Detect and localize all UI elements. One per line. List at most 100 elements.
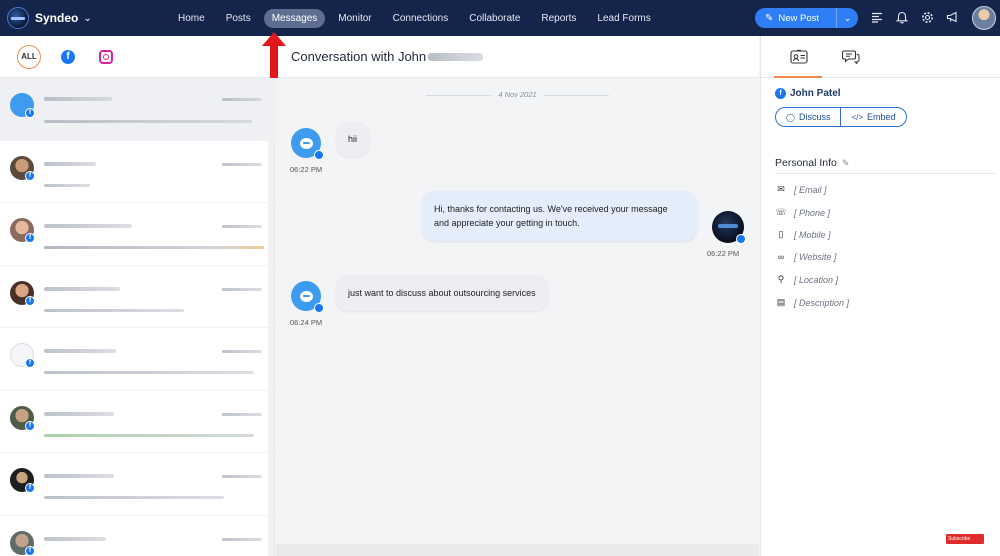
contact-panel-tabs xyxy=(761,36,1000,78)
chevron-down-icon: ⌄ xyxy=(83,12,92,24)
personal-info-title: Personal Info xyxy=(775,157,837,169)
envelope-icon: ✉ xyxy=(777,184,785,194)
brand-name: Syndeo xyxy=(35,11,79,25)
message-time: 06:24 PM xyxy=(290,318,323,327)
discuss-label: Discuss xyxy=(798,112,831,122)
description-value: [ Description ] xyxy=(794,297,850,308)
edit-pencil-icon[interactable]: ✎ xyxy=(842,158,850,169)
nav-monitor[interactable]: Monitor xyxy=(330,9,379,28)
discuss-button[interactable]: ◯ Discuss xyxy=(776,108,840,126)
new-post-label: New Post xyxy=(778,12,820,24)
facebook-badge-icon xyxy=(736,234,746,244)
nav-posts[interactable]: Posts xyxy=(218,9,259,28)
new-post-button-group: ✎ New Post ⌄ xyxy=(755,8,858,28)
phone-value: [ Phone ] xyxy=(794,207,831,218)
messenger-avatar xyxy=(291,128,324,160)
list-item[interactable]: f xyxy=(0,328,275,391)
message-bubble-outgoing: Hi, thanks for contacting us. We've rece… xyxy=(422,191,697,241)
facebook-badge-icon: f xyxy=(25,108,35,118)
conversation-panel: Conversation with John 4 Nov 2021 hii 06… xyxy=(276,36,759,556)
location-value: [ Location ] xyxy=(794,274,839,285)
top-navbar: Syndeo ⌄ Home Posts Messages Monitor Con… xyxy=(0,0,1000,36)
filter-all[interactable]: ALL xyxy=(17,44,41,69)
annotation-arrow-icon xyxy=(262,32,286,78)
youtube-subscribe-label: Subscribe xyxy=(948,536,971,542)
nav-messages[interactable]: Messages xyxy=(263,8,326,28)
bell-icon[interactable] xyxy=(894,8,910,26)
mobile-field[interactable]: ▯ [ Mobile ] xyxy=(775,229,831,240)
message-time: 06:22 PM xyxy=(290,165,323,174)
nav-lead-forms[interactable]: Lead Forms xyxy=(589,9,658,28)
message-text: Hi, thanks for contacting us. We've rece… xyxy=(434,204,668,214)
new-post-button[interactable]: ✎ New Post xyxy=(755,8,837,28)
messenger-icon xyxy=(299,137,313,149)
redacted-name xyxy=(428,52,484,61)
instagram-icon[interactable] xyxy=(99,49,113,64)
email-field[interactable]: ✉ [ Email ] xyxy=(775,184,827,195)
document-icon: ▤ xyxy=(776,297,786,307)
nav-reports[interactable]: Reports xyxy=(533,9,584,28)
nav-home[interactable]: Home xyxy=(170,9,213,28)
link-icon: ∞ xyxy=(777,252,785,262)
message-time: 06:22 PM xyxy=(707,249,740,258)
list-item[interactable]: f xyxy=(0,516,275,556)
youtube-subscribe-badge[interactable]: Subscribe xyxy=(946,534,984,544)
user-avatar[interactable] xyxy=(972,6,996,30)
conversation-list-scrollbar[interactable] xyxy=(268,78,274,556)
contact-panel: f John Patel ◯ Discuss </> Embed Persona… xyxy=(760,36,1000,556)
gear-icon[interactable] xyxy=(919,8,935,26)
menu-lines-icon[interactable] xyxy=(869,8,885,26)
personal-info-header: Personal Info ✎ xyxy=(775,157,997,174)
email-value: [ Email ] xyxy=(794,184,827,195)
messenger-icon xyxy=(299,290,313,302)
message-text: and appreciate your getting in touch. xyxy=(434,218,580,228)
megaphone-icon[interactable] xyxy=(944,8,960,26)
nav-collaborate[interactable]: Collaborate xyxy=(461,9,528,28)
active-tab-indicator xyxy=(774,76,822,78)
facebook-badge-icon: f xyxy=(25,233,35,243)
contact-name: f John Patel xyxy=(775,88,841,99)
facebook-badge-icon: f xyxy=(25,358,35,368)
channel-filter-bar: ALL f xyxy=(0,36,274,78)
main-nav: Home Posts Messages Monitor Connections … xyxy=(170,8,664,28)
chat-bubbles-icon[interactable] xyxy=(841,48,861,64)
nav-connections[interactable]: Connections xyxy=(385,9,457,28)
facebook-badge-icon: f xyxy=(25,483,35,493)
mobile-icon: ▯ xyxy=(778,229,784,239)
facebook-badge-icon xyxy=(314,303,324,313)
facebook-badge-icon xyxy=(314,150,324,160)
chat-icon: ◯ xyxy=(786,112,795,122)
list-item[interactable]: f xyxy=(0,203,275,266)
message-bubble-incoming: just want to discuss about outsourcing s… xyxy=(336,275,548,311)
code-icon: </> xyxy=(851,112,864,122)
facebook-badge-icon: f xyxy=(25,295,35,306)
list-item[interactable]: f xyxy=(0,141,275,203)
conversation-scrollbar[interactable] xyxy=(276,544,759,556)
conversation-title: Conversation with John xyxy=(291,49,427,64)
list-item[interactable]: f xyxy=(0,391,275,453)
list-item[interactable]: f xyxy=(0,266,275,328)
brand-switcher[interactable]: Syndeo ⌄ xyxy=(7,7,157,29)
contact-card-icon[interactable] xyxy=(789,48,809,64)
new-post-dropdown-button[interactable]: ⌄ xyxy=(837,13,858,24)
phone-icon: ☏ xyxy=(775,207,787,217)
pencil-icon: ✎ xyxy=(765,12,774,24)
mobile-value: [ Mobile ] xyxy=(794,229,831,240)
date-separator: 4 Nov 2021 xyxy=(276,90,759,99)
location-field[interactable]: ⚲ [ Location ] xyxy=(775,274,838,285)
syndeo-logo xyxy=(7,7,29,29)
description-field[interactable]: ▤ [ Description ] xyxy=(775,297,849,308)
website-field[interactable]: ∞ [ Website ] xyxy=(775,252,837,262)
location-pin-icon: ⚲ xyxy=(777,274,785,284)
list-item[interactable]: f xyxy=(0,453,275,516)
list-item[interactable]: f xyxy=(0,78,275,141)
website-value: [ Website ] xyxy=(794,252,837,262)
contact-action-buttons: ◯ Discuss </> Embed xyxy=(775,107,907,127)
facebook-badge-icon: f xyxy=(25,170,35,181)
conversation-list: f f f f f f f f xyxy=(0,78,275,556)
contact-name-text: John Patel xyxy=(790,88,841,99)
embed-button[interactable]: </> Embed xyxy=(840,108,905,126)
syndeo-page-avatar xyxy=(712,211,746,244)
facebook-icon[interactable]: f xyxy=(61,49,75,64)
phone-field[interactable]: ☏ [ Phone ] xyxy=(775,207,830,218)
